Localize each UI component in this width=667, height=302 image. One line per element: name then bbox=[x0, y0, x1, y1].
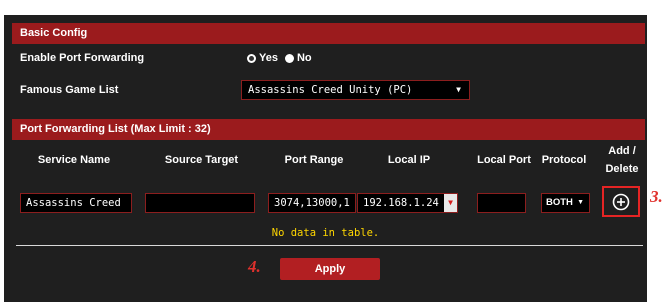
step-4-annotation: 4. bbox=[248, 257, 261, 276]
basic-config-header: Basic Config bbox=[12, 23, 645, 44]
enable-radio-group: Yes No bbox=[247, 52, 312, 64]
yes-radio-label: Yes bbox=[259, 52, 278, 64]
famous-game-select-value: Assassins Creed Unity (PC) bbox=[248, 84, 413, 96]
col-local-port: Local Port bbox=[477, 154, 531, 166]
col-port-range: Port Range bbox=[284, 154, 344, 166]
protocol-value: BOTH bbox=[546, 197, 573, 208]
no-radio[interactable] bbox=[284, 53, 294, 63]
col-add-line2: Delete bbox=[605, 163, 639, 175]
add-button[interactable] bbox=[602, 186, 640, 217]
apply-button[interactable]: Apply bbox=[280, 258, 380, 280]
col-local-ip: Local IP bbox=[387, 154, 431, 166]
yes-radio[interactable] bbox=[247, 53, 256, 63]
local-port-input[interactable] bbox=[477, 193, 526, 213]
divider bbox=[16, 245, 643, 246]
no-radio-label: No bbox=[296, 52, 312, 64]
service-name-input[interactable]: Assassins Creed bbox=[20, 193, 132, 213]
empty-table-message: No data in table. bbox=[271, 227, 380, 239]
famous-game-list-label: Famous Game List bbox=[20, 84, 119, 96]
step-3-annotation: 3. bbox=[650, 187, 663, 206]
source-target-input[interactable] bbox=[145, 193, 255, 213]
triangle-down-icon: ▼ bbox=[456, 85, 461, 94]
protocol-select[interactable]: BOTH ▼ bbox=[541, 193, 590, 213]
port-range-input[interactable]: 3074,13000,1 bbox=[268, 193, 356, 213]
enable-port-forwarding-label: Enable Port Forwarding bbox=[20, 52, 145, 64]
col-protocol: Protocol bbox=[541, 154, 587, 166]
col-service-name: Service Name bbox=[37, 154, 111, 166]
local-ip-input[interactable]: 192.168.1.24 ▼ bbox=[357, 193, 458, 213]
famous-game-select[interactable]: Assassins Creed Unity (PC) ▼ bbox=[241, 80, 470, 100]
plus-circle-icon bbox=[612, 193, 630, 211]
triangle-down-icon: ▼ bbox=[577, 199, 584, 206]
col-add-line1: Add / bbox=[608, 145, 636, 157]
triangle-down-icon[interactable]: ▼ bbox=[444, 194, 457, 212]
col-source-target: Source Target bbox=[164, 154, 239, 166]
port-forwarding-list-header: Port Forwarding List (Max Limit : 32) bbox=[12, 119, 645, 140]
port-forwarding-panel: Basic Config Enable Port Forwarding Yes … bbox=[4, 15, 647, 302]
local-ip-value: 192.168.1.24 bbox=[363, 197, 439, 209]
